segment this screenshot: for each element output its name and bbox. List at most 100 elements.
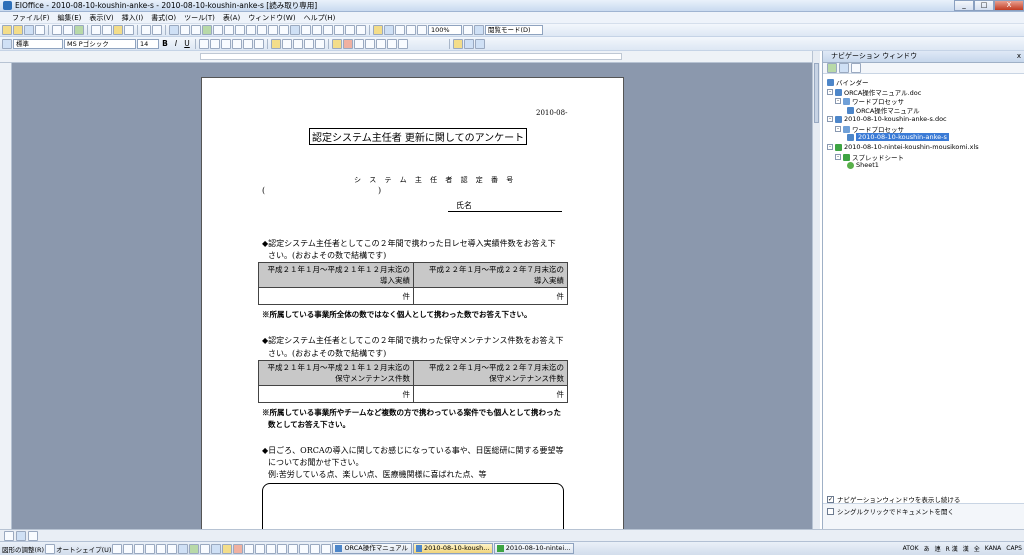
ime-dictionary-icon[interactable] (475, 38, 485, 49)
rectangle-icon[interactable] (134, 543, 145, 554)
format-painter-icon[interactable] (124, 25, 134, 35)
status-hiragana[interactable]: あ (922, 544, 932, 553)
menu-view[interactable]: 表示(V) (85, 13, 117, 23)
italic-button[interactable]: I (171, 39, 181, 48)
vertical-textbox-icon[interactable] (167, 543, 178, 554)
menu-window[interactable]: ウィンドウ(W) (244, 13, 299, 23)
comment-icon[interactable] (323, 25, 333, 35)
table-cell[interactable]: 件 (258, 385, 414, 403)
increase-indent-icon[interactable] (304, 38, 314, 49)
textbox-icon[interactable] (156, 543, 167, 554)
new-icon[interactable] (2, 25, 12, 35)
pilcrow-icon[interactable] (417, 25, 427, 35)
menu-format[interactable]: 書式(O) (147, 13, 180, 23)
status-r-kan[interactable]: R 漢 (944, 544, 960, 553)
clipart-icon[interactable] (200, 543, 211, 554)
show-marks-icon[interactable] (406, 25, 416, 35)
tree-node-sheet1[interactable]: Sheet1 (847, 161, 879, 169)
menu-insert[interactable]: 挿入(I) (118, 13, 148, 23)
autoshape-menu[interactable]: オートシェイプ(U) (56, 544, 111, 554)
underline-button[interactable]: U (182, 39, 192, 48)
paste-icon[interactable] (113, 25, 123, 35)
keep-nav-open-checkbox[interactable]: ✓ ナビゲーションウィンドウを表示し続ける (827, 494, 960, 504)
open-icon[interactable] (13, 25, 23, 35)
menu-edit[interactable]: 編集(E) (54, 13, 86, 23)
distribute-icon[interactable] (243, 38, 253, 49)
subscript-icon[interactable] (387, 38, 397, 49)
draw-adjust-menu[interactable]: 図形の調整(R) (2, 544, 44, 554)
insert-table-icon[interactable] (191, 25, 201, 35)
tree-node-binder[interactable]: バインダー (827, 77, 869, 87)
outline-view-icon[interactable] (28, 531, 38, 541)
border-icon[interactable] (315, 38, 325, 49)
redo-icon[interactable] (152, 25, 162, 35)
line-color-icon[interactable] (233, 543, 244, 554)
nav-view-icon[interactable] (851, 63, 861, 73)
vertical-ruler[interactable] (0, 63, 12, 529)
zoom-select[interactable]: 100% (428, 25, 462, 35)
hyperlink-icon[interactable] (169, 25, 179, 35)
field-icon[interactable] (279, 25, 289, 35)
align-justify-icon[interactable] (199, 38, 209, 49)
task-orca-manual[interactable]: ORCA操作マニュアル (332, 543, 413, 554)
document-page[interactable]: 2010-08- 認定システム主任者 更新に関してのアンケート シ ス テ ム … (201, 77, 624, 529)
drawing-icon[interactable] (224, 25, 234, 35)
font-select[interactable]: MS Pゴシック (64, 38, 136, 49)
text-color-icon[interactable] (244, 543, 255, 554)
horizontal-ruler[interactable] (0, 51, 819, 63)
frame-icon[interactable] (301, 25, 311, 35)
align-center-icon[interactable] (221, 38, 231, 49)
align-right-icon[interactable] (232, 38, 242, 49)
table-icon[interactable] (180, 25, 190, 35)
status-zen[interactable]: 全 (972, 544, 982, 553)
decrease-indent-icon[interactable] (293, 38, 303, 49)
arrow-icon[interactable] (123, 543, 134, 554)
footer-icon[interactable] (345, 25, 355, 35)
bullets-icon[interactable] (282, 38, 292, 49)
align-left-icon[interactable] (210, 38, 220, 49)
page-icon[interactable] (290, 25, 300, 35)
menu-help[interactable]: ヘルプ(H) (300, 13, 340, 23)
symbol-icon[interactable] (268, 25, 278, 35)
nav-back-icon[interactable] (839, 63, 849, 73)
header-icon[interactable] (334, 25, 344, 35)
page-view-icon[interactable] (16, 531, 26, 541)
tree-node-doc-2-selected[interactable]: 2010-08-10-koushin-anke-s (847, 133, 949, 141)
shadow-icon[interactable] (288, 543, 299, 554)
help-icon[interactable] (463, 25, 473, 35)
diagram-icon[interactable] (189, 543, 200, 554)
highlight-icon[interactable] (332, 38, 342, 49)
nav-home-icon[interactable] (827, 63, 837, 73)
table-cell[interactable]: 件 (413, 385, 568, 403)
answer-box[interactable] (262, 483, 564, 529)
view-mode-select[interactable]: 閲覧モード(D) (485, 25, 543, 35)
task-nintei[interactable]: 2010-08-10-nintei... (494, 543, 575, 554)
arrow-style-icon[interactable] (277, 543, 288, 554)
status-ren[interactable]: 連 (933, 544, 943, 553)
map-icon[interactable] (235, 25, 245, 35)
maximize-button[interactable]: □ (974, 0, 994, 11)
picture-icon[interactable] (211, 543, 222, 554)
ime-mode-icon[interactable] (464, 38, 474, 49)
line-spacing-icon[interactable] (254, 38, 264, 49)
font-size-select[interactable]: 14 (137, 38, 159, 49)
email-icon[interactable] (35, 25, 45, 35)
minimize-button[interactable]: _ (954, 0, 974, 11)
wordart-icon[interactable] (178, 543, 189, 554)
numbering-icon[interactable] (271, 38, 281, 49)
copy-icon[interactable] (102, 25, 112, 35)
textbox-icon[interactable] (312, 25, 322, 35)
print-icon[interactable] (52, 25, 62, 35)
vertical-scrollbar[interactable] (812, 51, 820, 529)
menu-file[interactable]: ファイル(F) (8, 13, 54, 23)
status-kan[interactable]: 漢 (961, 544, 971, 553)
tree-node-doc-1[interactable]: ORCA操作マニュアル (847, 105, 920, 115)
spellcheck-icon[interactable] (74, 25, 84, 35)
tree-node-file-3[interactable]: -2010-08-10-nintei-koushin-mousikomi.xls (827, 143, 979, 151)
save-icon[interactable] (24, 25, 34, 35)
table-cell[interactable]: 件 (413, 287, 568, 305)
order-icon[interactable] (321, 543, 332, 554)
bookmark-icon[interactable] (356, 25, 366, 35)
nav-close-icon[interactable]: x (1017, 51, 1021, 62)
ime-icon[interactable] (453, 38, 463, 49)
